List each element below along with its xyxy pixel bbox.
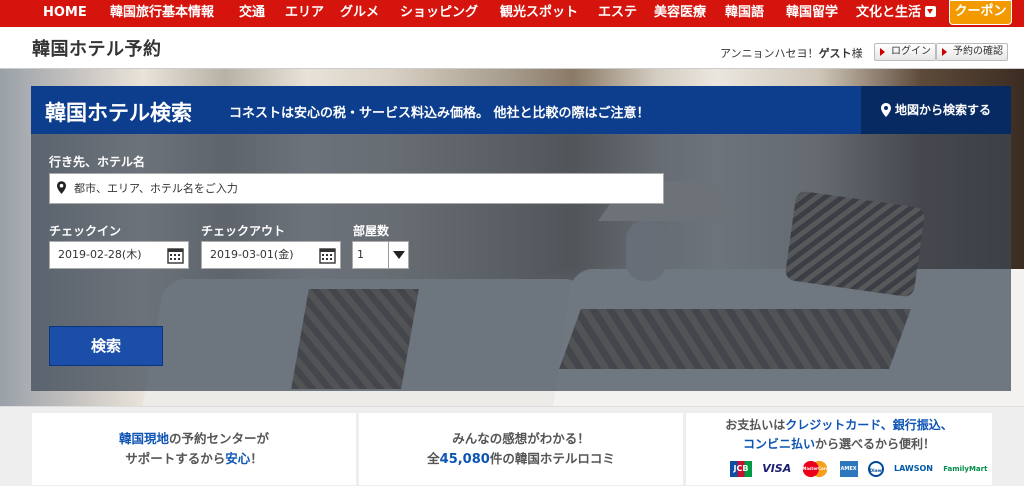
jcb-logo: JCB: [730, 460, 752, 477]
destination-label: 行き先、ホテル名: [49, 155, 146, 169]
feature-support-excl: ！: [250, 451, 263, 466]
amex-logo: AMEX: [839, 460, 858, 477]
dropdown-caret-icon: [925, 6, 937, 17]
nav-item-beauty[interactable]: 美容医療: [654, 0, 706, 25]
familymart-logo: FamilyMart: [943, 464, 988, 473]
calendar-icon[interactable]: [167, 247, 184, 264]
map-search-label: 地図から検索する: [894, 103, 991, 117]
nav-item-sightseeing[interactable]: 観光スポット: [500, 0, 578, 25]
feature-reviews-line2: 全45,080件の韓国ホテルロコミ: [359, 449, 683, 470]
rooms-select[interactable]: 1: [352, 241, 409, 269]
feature-support: 韓国現地の予約センターが サポートするから安心！: [32, 413, 356, 485]
checkout-date-field[interactable]: 2019-03-01(金): [201, 241, 341, 269]
nav-item-travel-info[interactable]: 韓国旅行基本情報: [110, 0, 214, 25]
nav-item-home[interactable]: HOME: [43, 0, 87, 25]
feature-reviews-prefix: 全: [427, 451, 440, 466]
feature-support-line2: サポートするから安心！: [32, 449, 356, 469]
feature-payment-prefix: お支払いは: [725, 418, 786, 432]
search-panel-header: 韓国ホテル検索 コネストは安心の税・サービス料込み価格。 他社と比較の際はご注意…: [31, 86, 1011, 134]
feature-payment-line1: お支払いはクレジットカード、銀行振込、: [686, 416, 992, 435]
feature-reviews[interactable]: みんなの感想がわかる！ 全45,080件の韓国ホテルロコミ: [359, 413, 683, 485]
search-subtitle: コネストは安心の税・サービス料込み価格。 他社と比較の際はご注意！: [229, 106, 650, 121]
checkin-date-value: 2019-02-28(木): [58, 248, 142, 261]
site-header: 韓国ホテル予約 アンニョンハセヨ！ゲスト様 ログイン 予約の確認: [0, 27, 1024, 69]
diners-logo: Diners: [867, 460, 884, 477]
map-pin-icon: [880, 102, 891, 117]
global-nav: HOME 韓国旅行基本情報 交通 エリア グルメ ショッピング 観光スポット エ…: [0, 0, 1024, 27]
feature-payment-line2: コンビニ払いから選べるから便利！: [686, 435, 992, 454]
feature-payment-methods: クレジットカード、銀行振込、: [785, 418, 953, 432]
feature-reviews-suffix: 件の韓国ホテルロコミ: [489, 451, 615, 466]
payment-logos: JCB VISA MasterCard AMEX Diners LAWSON F…: [730, 459, 993, 477]
greeting-suffix: 様: [851, 47, 863, 60]
lawson-logo: LAWSON: [893, 463, 933, 473]
checkin-label: チェックイン: [49, 224, 122, 238]
coupon-button[interactable]: クーポン: [949, 0, 1012, 25]
nav-item-gourmet[interactable]: グルメ: [340, 0, 379, 25]
feature-payment-suffix: から選べるから便利！: [815, 437, 936, 451]
checkout-date-value: 2019-03-01(金): [210, 248, 294, 261]
nav-item-korean[interactable]: 韓国語: [725, 0, 764, 25]
nav-item-culture-label: 文化と生活: [856, 5, 922, 20]
feature-support-highlight: 韓国現地: [118, 431, 169, 446]
feature-reviews-line1: みんなの感想がわかる！: [452, 431, 590, 446]
calendar-icon[interactable]: [319, 247, 336, 264]
nav-item-study[interactable]: 韓国留学: [786, 0, 838, 25]
greeting-prefix: アンニョンハセヨ！: [720, 47, 819, 60]
checkin-date-field[interactable]: 2019-02-28(木): [49, 241, 189, 269]
feature-payment-conbini: コンビニ払い: [742, 437, 815, 451]
search-title: 韓国ホテル検索: [45, 101, 192, 125]
nav-item-area[interactable]: エリア: [285, 0, 324, 25]
greeting-text: アンニョンハセヨ！ゲスト様: [720, 45, 863, 61]
nav-item-shopping[interactable]: ショッピング: [400, 0, 478, 25]
location-pin-icon: [57, 181, 66, 194]
feature-support-line1: 韓国現地の予約センターが: [32, 429, 356, 449]
bottom-cutoff-area: [0, 487, 1024, 497]
destination-input[interactable]: [49, 173, 664, 204]
rooms-label: 部屋数: [353, 224, 390, 238]
mastercard-logo: MasterCard: [801, 460, 830, 477]
booking-check-button[interactable]: 予約の確認: [936, 43, 1008, 61]
feature-payment: お支払いはクレジットカード、銀行振込、 コンビニ払いから選べるから便利！ JCB…: [686, 413, 992, 485]
checkout-label: チェックアウト: [201, 224, 286, 238]
rooms-value: 1: [357, 248, 364, 261]
map-search-button[interactable]: 地図から検索する: [861, 86, 1011, 134]
login-button[interactable]: ログイン: [874, 43, 936, 61]
chevron-down-icon: [388, 242, 408, 268]
greeting-user: ゲスト: [818, 47, 852, 60]
feature-support-anshin: 安心: [225, 451, 251, 466]
nav-item-culture[interactable]: 文化と生活: [856, 0, 937, 25]
page-title[interactable]: 韓国ホテル予約: [32, 35, 162, 61]
feature-support-text1: の予約センターが: [169, 431, 270, 446]
feature-reviews-count: 45,080: [439, 452, 490, 467]
feature-support-text2: サポートするから: [125, 451, 226, 466]
features-strip: 韓国現地の予約センターが サポートするから安心！ みんなの感想がわかる！ 全45…: [0, 406, 1024, 486]
visa-logo: VISA: [762, 461, 792, 475]
search-button[interactable]: 検索: [49, 326, 163, 366]
nav-item-transport[interactable]: 交通: [239, 0, 265, 25]
nav-item-este[interactable]: エステ: [598, 0, 637, 25]
hotel-search-panel: 韓国ホテル検索 コネストは安心の税・サービス料込み価格。 他社と比較の際はご注意…: [31, 86, 1011, 391]
